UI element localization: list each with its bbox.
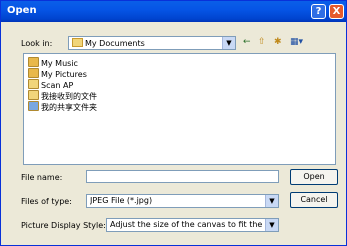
close-button[interactable]: X <box>329 4 344 19</box>
look-in-label: Look in: <box>21 39 53 48</box>
picture-style-value: Adjust the size of the canvas to fit the… <box>110 220 265 229</box>
cancel-button[interactable]: Cancel <box>290 192 338 208</box>
list-item-label: 我的共享文件夹 <box>41 103 97 112</box>
dialog-title: Open <box>7 5 37 16</box>
views-menu-icon[interactable]: ▦▾ <box>290 37 303 48</box>
look-in-dropdown[interactable]: My Documents ▼ <box>68 36 236 50</box>
list-item-label: 我接收到的文件 <box>41 92 97 101</box>
file-list[interactable]: My Music My Pictures Scan AP 我接收到的文件 我的共享文件夹 <box>23 53 336 165</box>
chevron-down-icon[interactable]: ▼ <box>265 195 278 207</box>
folder-icon <box>28 90 39 100</box>
look-in-value: My Documents <box>72 38 145 48</box>
open-button[interactable]: Open <box>290 169 338 185</box>
list-item-label: My Pictures <box>41 70 87 79</box>
back-icon[interactable]: ← <box>243 37 251 48</box>
music-folder-icon <box>28 57 39 67</box>
files-of-type-dropdown[interactable]: JPEG File (*.jpg) ▼ <box>86 194 279 208</box>
title-bar[interactable]: Open ? X <box>1 1 346 22</box>
list-item[interactable]: 我的共享文件夹 <box>28 101 97 112</box>
chevron-down-icon[interactable]: ▼ <box>265 219 278 231</box>
new-folder-icon[interactable]: ✱ <box>274 37 282 48</box>
help-button[interactable]: ? <box>311 4 326 19</box>
look-in-text: My Documents <box>85 39 145 48</box>
list-item[interactable]: My Pictures <box>28 68 87 79</box>
open-dialog: Open ? X Look in: My Documents ▼ ← ⇧ ✱ ▦… <box>0 0 347 246</box>
folder-icon <box>28 79 39 89</box>
list-item-label: My Music <box>41 59 78 68</box>
files-of-type-label: Files of type: <box>21 197 72 206</box>
file-name-label: File name: <box>21 173 63 182</box>
picture-style-label: Picture Display Style: <box>21 221 106 230</box>
up-folder-icon[interactable]: ⇧ <box>258 37 266 48</box>
list-item[interactable]: Scan AP <box>28 79 73 90</box>
picture-style-dropdown[interactable]: Adjust the size of the canvas to fit the… <box>106 218 279 232</box>
pictures-folder-icon <box>28 68 39 78</box>
files-of-type-value: JPEG File (*.jpg) <box>90 196 153 205</box>
file-name-input[interactable] <box>86 170 279 183</box>
list-item[interactable]: My Music <box>28 57 78 68</box>
folder-icon <box>72 38 83 47</box>
shared-folder-icon <box>28 101 39 111</box>
list-item[interactable]: 我接收到的文件 <box>28 90 97 101</box>
list-item-label: Scan AP <box>41 81 74 90</box>
chevron-down-icon[interactable]: ▼ <box>222 37 235 49</box>
